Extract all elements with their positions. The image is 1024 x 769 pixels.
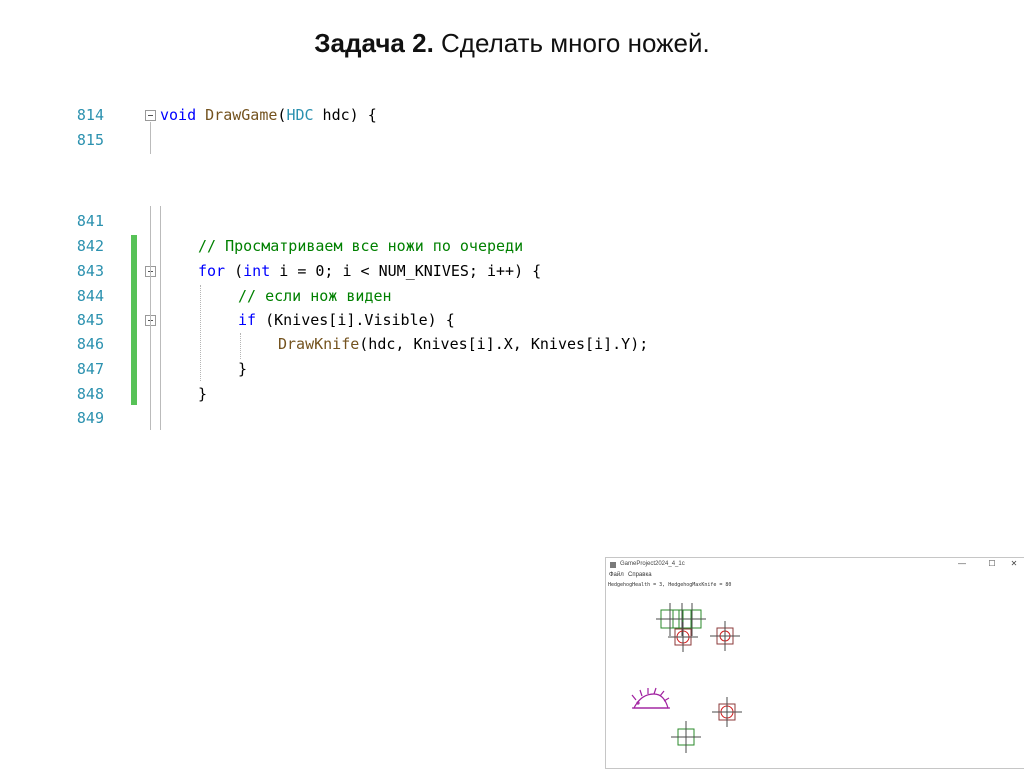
line-number: 844: [76, 287, 104, 305]
game-canvas: [631, 603, 742, 753]
line-number: 847: [76, 360, 104, 378]
code-line[interactable]: // Просматриваем все ножи по очереди: [198, 234, 523, 258]
code-token: if: [238, 311, 257, 329]
collapse-toggle[interactable]: [145, 110, 156, 121]
indent-guide: [200, 285, 201, 381]
hedgehog: [631, 687, 670, 709]
code-line[interactable]: }: [198, 382, 207, 406]
knife-3: [712, 697, 742, 727]
line-number: 815: [76, 131, 104, 149]
code-token: (: [225, 262, 244, 280]
code-token: void: [160, 106, 197, 124]
close-button[interactable]: ✕: [1004, 559, 1024, 568]
change-marker: [131, 235, 137, 405]
code-token: for: [198, 262, 226, 280]
code-token: i = 0; i < NUM_KNIVES; i++) {: [270, 262, 542, 280]
code-token: }: [198, 385, 208, 403]
code-line[interactable]: }: [238, 357, 247, 381]
knife-4: [671, 721, 701, 753]
code-token: DrawKnife: [278, 335, 360, 353]
code-token: int: [243, 262, 271, 280]
code-line[interactable]: DrawKnife(hdc, Knives[i].X, Knives[i].Y)…: [278, 332, 648, 356]
line-number: 848: [76, 385, 104, 403]
code-token: }: [238, 360, 248, 378]
line-number: 845: [76, 311, 104, 329]
slide-title: Задача 2. Сделать много ножей.: [0, 28, 1024, 59]
line-number: 843: [76, 262, 104, 280]
slide-title-text: Сделать много ножей.: [433, 28, 710, 58]
indent-guide: [240, 333, 241, 359]
minimize-button[interactable]: —: [952, 559, 972, 568]
line-number: 842: [76, 237, 104, 255]
code-token: HDC: [286, 106, 314, 124]
code-line[interactable]: void DrawGame(HDC hdc) {: [160, 103, 377, 127]
code-line[interactable]: // если нож виден: [238, 284, 392, 308]
outline-line: [150, 206, 151, 430]
menu-help[interactable]: Справка: [628, 572, 652, 578]
outline-line: [160, 206, 161, 430]
code-token: // если нож виден: [238, 287, 392, 305]
window-title: GameProject2024_4_1c: [620, 561, 685, 567]
game-window: GameProject2024_4_1c — ☐ ✕ Файл Справка …: [605, 557, 1024, 769]
slide-title-bold: Задача 2.: [314, 28, 434, 58]
code-token: hdc) {: [313, 106, 377, 124]
code-line[interactable]: if (Knives[i].Visible) {: [238, 308, 455, 332]
maximize-button[interactable]: ☐: [982, 559, 1002, 568]
code-line[interactable]: for (int i = 0; i < NUM_KNIVES; i++) {: [198, 259, 541, 283]
code-token: (hdc, Knives[i].X, Knives[i].Y);: [359, 335, 649, 353]
line-number: 841: [76, 212, 104, 230]
app-icon: [610, 562, 616, 568]
line-number: 849: [76, 409, 104, 427]
outline-line: [150, 122, 151, 154]
menu-file[interactable]: Файл: [609, 572, 624, 578]
code-token: (Knives[i].Visible) {: [256, 311, 455, 329]
code-token: DrawGame: [205, 106, 278, 124]
line-number: 814: [76, 106, 104, 124]
knife-2: [710, 621, 740, 651]
code-token: // Просматриваем все ножи по очереди: [198, 237, 524, 255]
line-number: 846: [76, 335, 104, 353]
